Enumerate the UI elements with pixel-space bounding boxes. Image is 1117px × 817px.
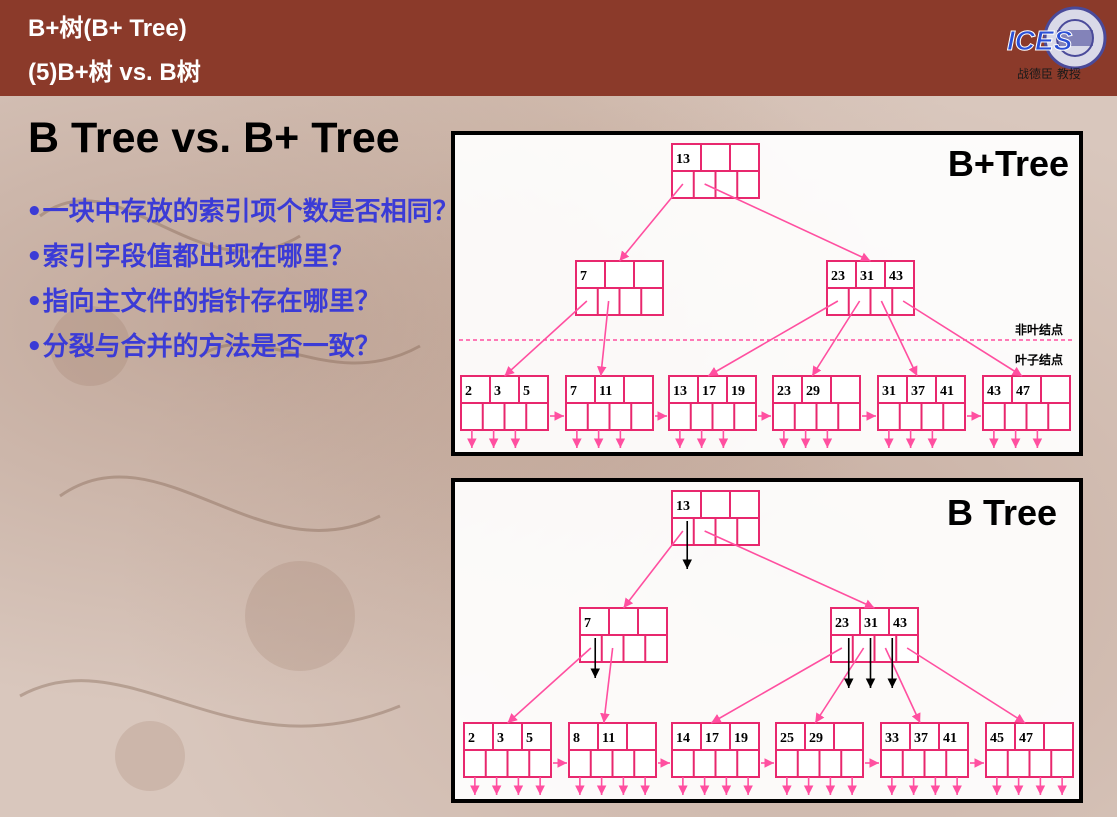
node-key: 7: [580, 269, 587, 284]
node-key: 43: [987, 384, 1001, 399]
node-key: 13: [676, 499, 690, 514]
tree-edge: [503, 300, 588, 377]
node-key: 3: [494, 384, 501, 399]
question-list: •一块中存放的索引项个数是否相同？ •索引字段值都出现在哪里？ •指向主文件的指…: [26, 190, 459, 370]
tree-edge: [622, 530, 684, 609]
logo-text: ICES: [1007, 25, 1073, 56]
node-key: 43: [889, 269, 903, 284]
node-key: 17: [705, 731, 719, 746]
node-key: 19: [731, 384, 745, 399]
node-key: 23: [831, 269, 845, 284]
node-key: 31: [864, 616, 878, 631]
tree-edge: [704, 530, 875, 609]
node-key: 37: [914, 731, 928, 746]
bplus-tree-label: B+Tree: [947, 143, 1069, 184]
nonleaf-node-label: 非叶结点: [1015, 323, 1064, 337]
btree-label: B Tree: [946, 492, 1057, 533]
question-item: •指向主文件的指针存在哪里？: [26, 287, 381, 317]
node-key: 2: [465, 384, 472, 399]
node-key: 3: [497, 731, 504, 746]
node-key: 13: [673, 384, 687, 399]
node-key: 23: [777, 384, 791, 399]
node-key: 47: [1016, 384, 1030, 399]
node-key: 11: [602, 731, 615, 746]
node-key: 45: [990, 731, 1004, 746]
node-key: 11: [599, 384, 612, 399]
bplus-tree-panel: 13 7 23 31 43 2 3 5 7 11 13 17 19 23 29 31 37 41 43 47 B+Tr…: [451, 131, 1083, 456]
header-bar: B+树(B+ Tree) (5)B+树 vs. B树 ICES 战德臣 教授: [0, 0, 1117, 96]
node-key: 7: [570, 384, 577, 399]
node-key: 43: [893, 616, 907, 631]
node-key: 25: [780, 731, 794, 746]
node-key: 13: [676, 152, 690, 167]
node-key: 31: [882, 384, 896, 399]
question-item: •索引字段值都出现在哪里？: [26, 242, 355, 272]
logo-caption: 战德臣 教授: [1017, 66, 1081, 81]
node-key: 23: [835, 616, 849, 631]
node-key: 2: [468, 731, 475, 746]
node-key: 29: [806, 384, 820, 399]
slide-title: B Tree vs. B+ Tree: [28, 114, 400, 162]
node-key: 5: [523, 384, 530, 399]
tree-edge: [906, 647, 1026, 724]
node-key: 19: [734, 731, 748, 746]
node-key: 41: [940, 384, 954, 399]
node-key: 33: [885, 731, 899, 746]
btree-panel: 13 7 23 31 43 2 3 5 8 11 14 17 19 25 29 33 37 41 45 47 B Tr…: [451, 478, 1083, 803]
tree-edge: [618, 183, 684, 262]
node-key: 17: [702, 384, 716, 399]
question-item: •分裂与合并的方法是否一致？: [26, 332, 381, 362]
header-title: B+树(B+ Tree): [28, 15, 187, 42]
ices-logo: ICES 战德臣 教授: [1007, 6, 1107, 81]
node-key: 29: [809, 731, 823, 746]
tree-edge: [506, 647, 592, 724]
node-key: 8: [573, 731, 580, 746]
tree-edge: [902, 300, 1023, 377]
node-key: 7: [584, 616, 591, 631]
tree-edge: [704, 183, 871, 262]
question-item: •一块中存放的索引项个数是否相同？: [26, 197, 459, 227]
node-key: 5: [526, 731, 533, 746]
node-key: 31: [860, 269, 874, 284]
header-subtitle: (5)B+树 vs. B树: [28, 59, 201, 86]
node-key: 14: [676, 731, 690, 746]
leaf-node-label: 叶子结点: [1015, 353, 1064, 367]
node-key: 41: [943, 731, 957, 746]
node-key: 37: [911, 384, 925, 399]
node-key: 47: [1019, 731, 1033, 746]
